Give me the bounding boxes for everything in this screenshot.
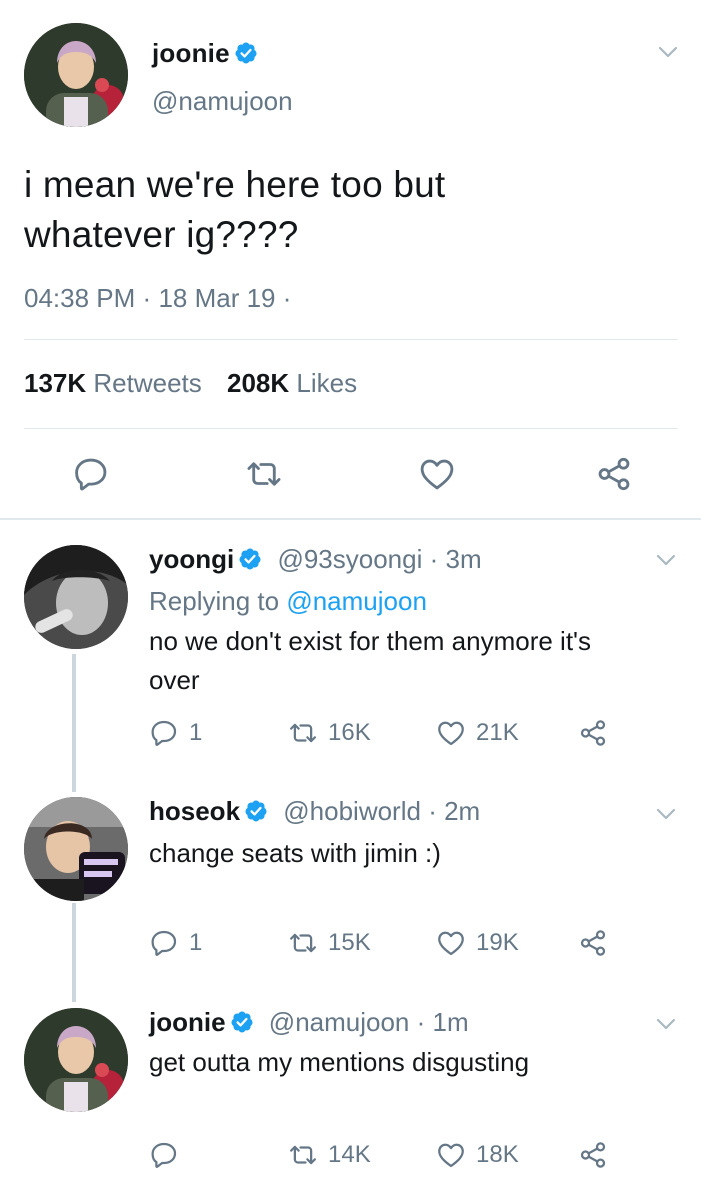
main-tweet-timestamp: 04:38 PM · 18 Mar 19 · (24, 283, 291, 314)
reply-count: 1 (189, 929, 203, 956)
reply-text-line: no we don't exist for them anymore it's (149, 626, 592, 656)
verified-badge-icon (244, 799, 268, 823)
share-icon[interactable] (595, 455, 633, 493)
main-tweet-stats: 137K Retweets 208K Likes (24, 368, 357, 399)
reply-header: hoseok @hobiworld · 2m (149, 796, 480, 827)
reply-avatar[interactable] (24, 797, 128, 901)
retweet-count: 16K (328, 719, 371, 746)
tweet-date: 18 Mar 19 (158, 283, 276, 313)
main-tweet-text-line: i mean we're here too but (24, 164, 446, 205)
share-button[interactable] (578, 928, 618, 958)
reply-button[interactable]: 1 (149, 928, 202, 958)
retweet-icon (288, 718, 318, 748)
reply-text: no we don't exist for them anymore it's … (149, 622, 669, 700)
retweet-button[interactable]: 16K (288, 718, 371, 748)
likes-stat[interactable]: 208K Likes (227, 368, 357, 398)
like-count: 19K (476, 929, 519, 956)
reply-header: joonie @namujoon · 1m (149, 1007, 469, 1038)
main-tweet-avatar[interactable] (24, 23, 128, 127)
reply-header: yoongi @93syoongi · 3m (149, 544, 482, 575)
divider (24, 339, 678, 340)
reply-icon (149, 718, 179, 748)
tweet-time: 04:38 PM (24, 283, 136, 313)
heart-icon (436, 718, 466, 748)
replying-to: Replying to @namujoon (149, 586, 427, 617)
verified-badge-icon (238, 547, 262, 571)
heart-icon (436, 928, 466, 958)
reply-handle[interactable]: @93syoongi (277, 544, 422, 574)
like-button[interactable]: 19K (436, 928, 519, 958)
share-icon (578, 718, 608, 748)
reply-button[interactable]: 1 (149, 718, 202, 748)
main-tweet-display-name[interactable]: joonie (152, 38, 230, 68)
retweet-count: 14K (328, 1141, 371, 1168)
reply-count: 1 (189, 719, 203, 746)
chevron-down-icon[interactable] (656, 44, 680, 60)
chevron-down-icon[interactable] (654, 806, 678, 822)
chevron-down-icon[interactable] (654, 1016, 678, 1032)
like-button[interactable]: 18K (436, 1140, 519, 1170)
reply-text-line: change seats with jimin :) (149, 838, 441, 868)
reply-time: 1m (432, 1007, 469, 1037)
reply-text: get outta my mentions disgusting (149, 1043, 669, 1082)
reply-text: change seats with jimin :) (149, 834, 669, 873)
reply-avatar[interactable] (24, 1008, 128, 1112)
verified-badge-icon (234, 41, 258, 65)
reply-icon (149, 928, 179, 958)
thread-line (72, 654, 76, 792)
retweet-count: 15K (328, 929, 371, 956)
divider (24, 428, 678, 429)
replying-to-link[interactable]: @namujoon (286, 586, 427, 616)
reply-display-name[interactable]: joonie (149, 1007, 226, 1037)
like-button[interactable]: 21K (436, 718, 519, 748)
reply-text-line: over (149, 665, 200, 695)
likes-count: 208K (227, 368, 290, 398)
reply-button[interactable] (149, 1140, 189, 1170)
reply-time: 2m (444, 796, 481, 826)
reply-icon (149, 1140, 179, 1170)
chevron-down-icon[interactable] (654, 552, 678, 568)
heart-icon[interactable] (418, 455, 456, 493)
section-divider (0, 518, 701, 520)
share-icon (578, 928, 608, 958)
retweets-label: Retweets (93, 368, 202, 398)
retweet-icon (288, 1140, 318, 1170)
heart-icon (436, 1140, 466, 1170)
share-button[interactable] (578, 718, 618, 748)
reply-handle[interactable]: @namujoon (269, 1007, 410, 1037)
main-tweet-text: i mean we're here too but whatever ig???… (24, 160, 664, 260)
reply-time: 3m (445, 544, 482, 574)
meta-separator: · (416, 1007, 426, 1037)
reply-icon[interactable] (72, 455, 110, 493)
thread-line (72, 903, 76, 1002)
meta-separator: · (282, 283, 292, 313)
main-tweet-author[interactable]: joonie (152, 38, 258, 69)
retweet-icon (288, 928, 318, 958)
share-button[interactable] (578, 1140, 618, 1170)
meta-separator: · (429, 544, 439, 574)
retweet-button[interactable]: 14K (288, 1140, 371, 1170)
meta-separator: · (428, 796, 437, 826)
reply-text-line: get outta my mentions disgusting (149, 1047, 530, 1077)
like-count: 21K (476, 719, 519, 746)
retweets-stat[interactable]: 137K Retweets (24, 368, 202, 398)
verified-badge-icon (230, 1010, 254, 1034)
retweet-icon[interactable] (245, 455, 283, 493)
likes-label: Likes (296, 368, 358, 398)
retweets-count: 137K (24, 368, 87, 398)
main-tweet-handle[interactable]: @namujoon (152, 86, 293, 117)
like-count: 18K (476, 1141, 519, 1168)
main-tweet-text-line: whatever ig???? (24, 214, 299, 255)
reply-display-name[interactable]: hoseok (149, 796, 240, 826)
reply-handle[interactable]: @hobiworld (283, 796, 421, 826)
meta-separator: · (142, 283, 152, 313)
share-icon (578, 1140, 608, 1170)
reply-avatar[interactable] (24, 545, 128, 649)
retweet-button[interactable]: 15K (288, 928, 371, 958)
reply-display-name[interactable]: yoongi (149, 544, 234, 574)
replying-to-prefix: Replying to (149, 586, 280, 616)
